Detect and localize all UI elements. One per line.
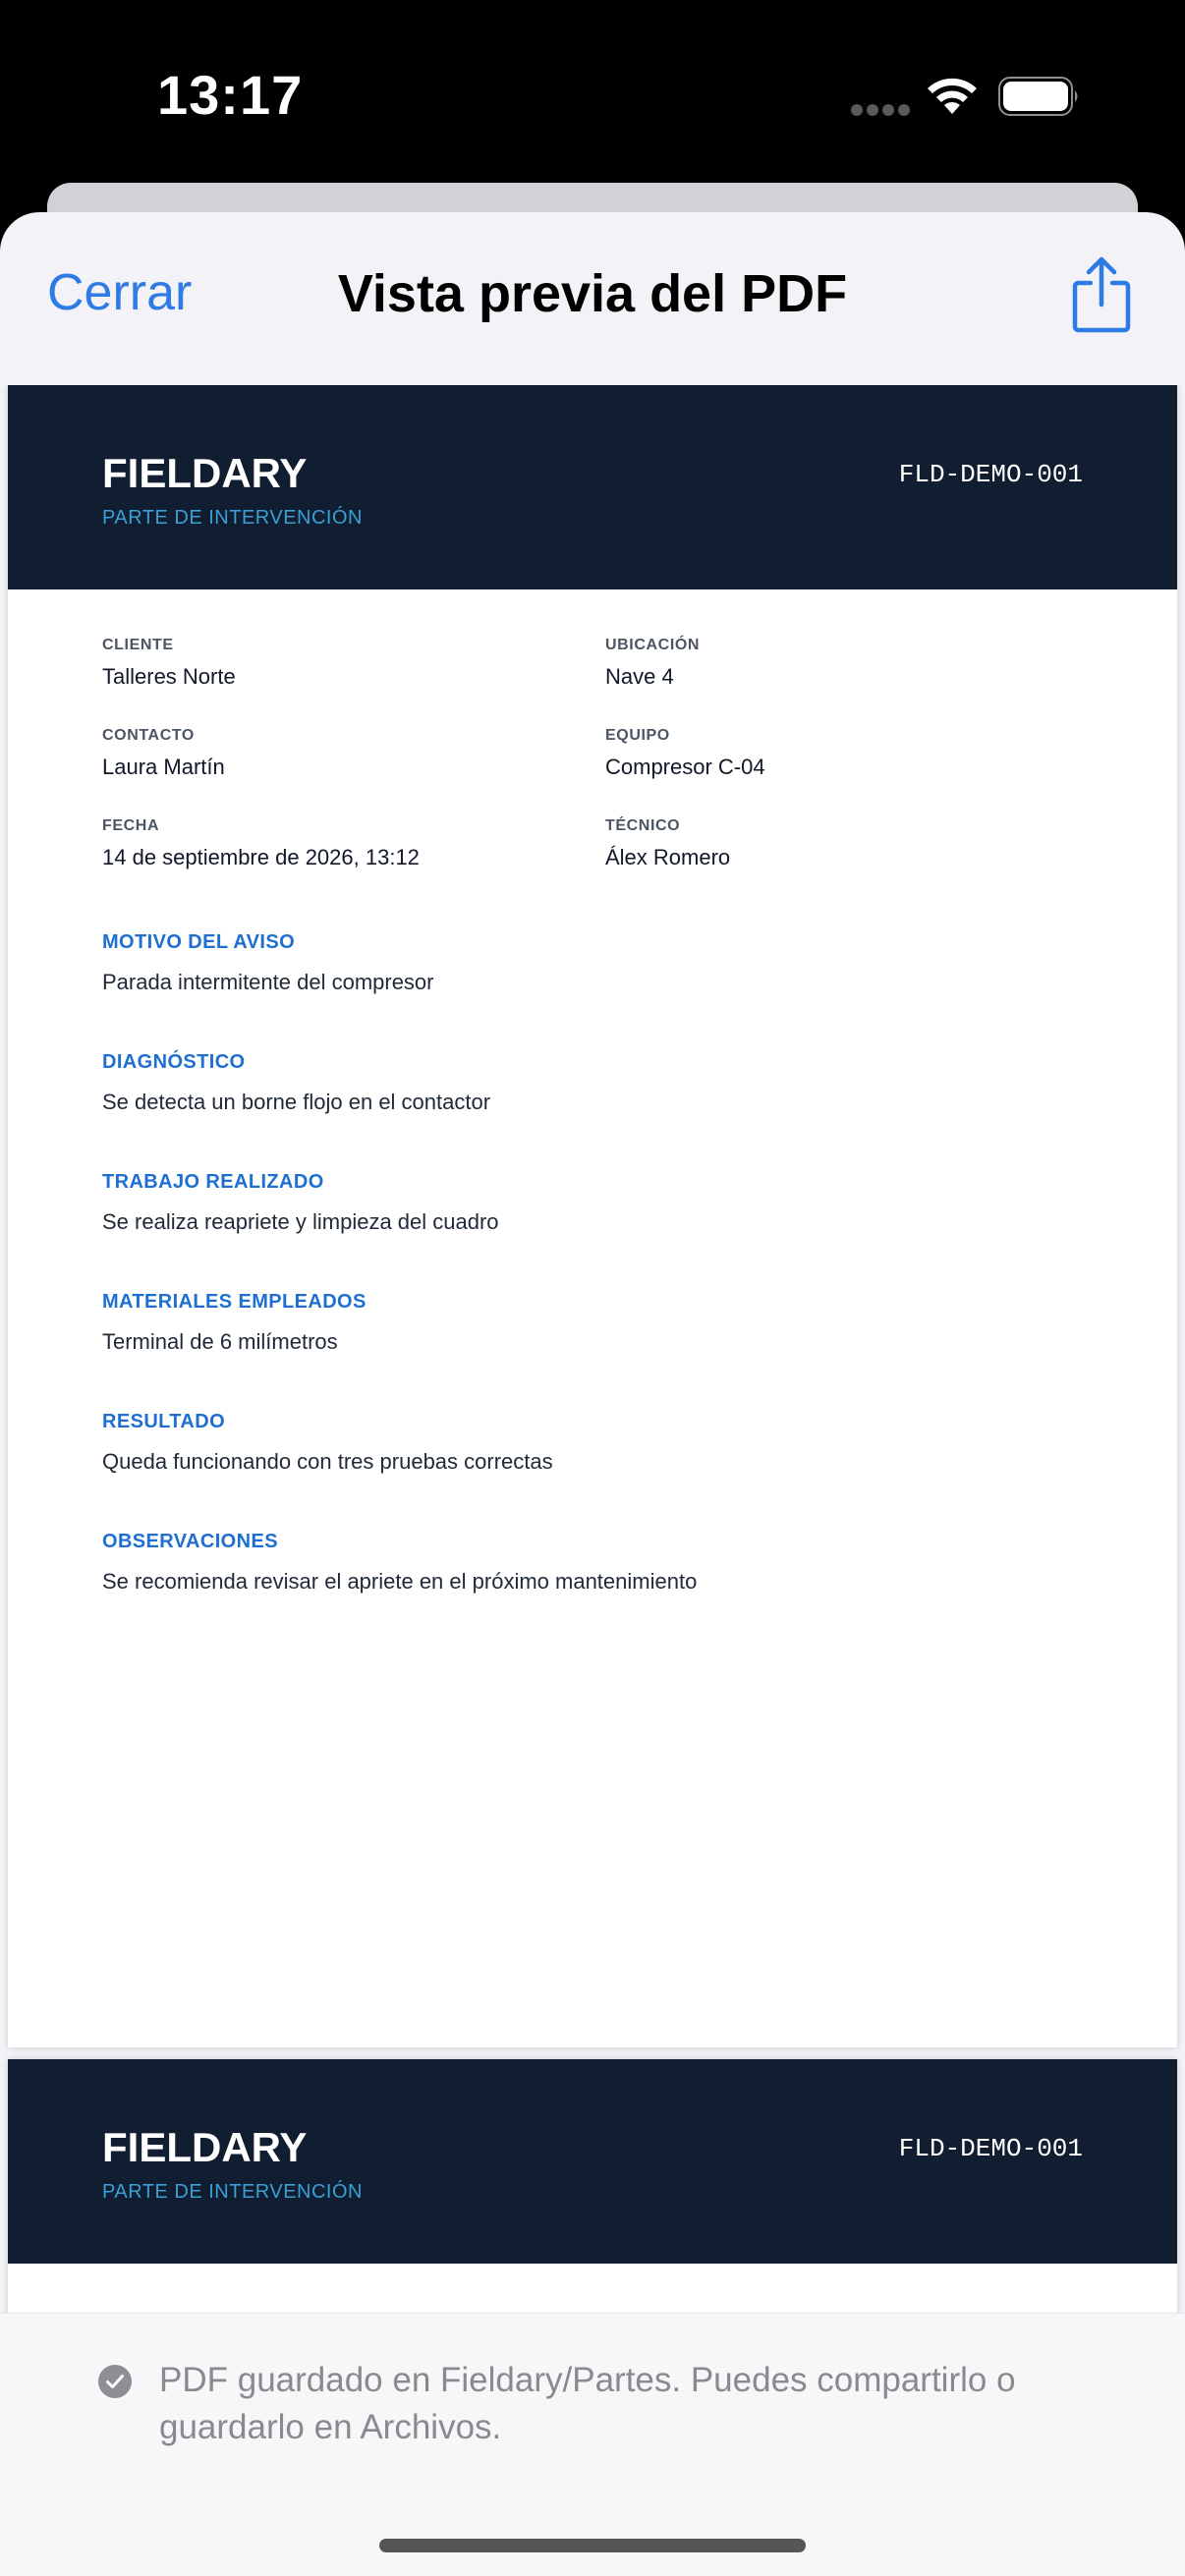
section-title: MATERIALES EMPLEADOS — [102, 1291, 367, 1313]
field-value: Laura Martín — [102, 755, 225, 779]
field-value: Compresor C-04 — [605, 755, 765, 779]
section-title: TRABAJO REALIZADO — [102, 1171, 324, 1193]
section-resultado: RESULTADO Queda funcionando con tres pru… — [102, 1411, 1085, 1475]
section-title: MOTIVO DEL AVISO — [102, 931, 296, 953]
field-label: UBICACIÓN — [605, 637, 701, 653]
battery-icon — [998, 77, 1078, 116]
document-id: FLD-DEMO-001 — [898, 2134, 1083, 2163]
document-id: FLD-DEMO-001 — [898, 460, 1083, 489]
field-label: CLIENTE — [102, 637, 174, 653]
pdf-page-header: FIELDARY PARTE DE INTERVENCIÓN FLD-DEMO-… — [8, 385, 1177, 589]
field-cliente: CLIENTE Talleres Norte — [102, 637, 236, 690]
document-type: PARTE DE INTERVENCIÓN — [102, 507, 363, 529]
section-title: DIAGNÓSTICO — [102, 1051, 246, 1073]
section-diagnostico: DIAGNÓSTICO Se detecta un borne flojo en… — [102, 1051, 1085, 1115]
status-time: 13:17 — [157, 64, 304, 126]
pdf-preview-sheet: Cerrar Vista previa del PDF FIELDARY PAR… — [0, 212, 1185, 2576]
section-body: Se detecta un borne flojo en el contacto… — [102, 1090, 491, 1114]
status-bar: 13:17 — [0, 0, 1185, 187]
brand-name: FIELDARY — [102, 450, 308, 496]
section-body: Parada intermitente del compresor — [102, 970, 434, 994]
section-motivo: MOTIVO DEL AVISO Parada intermitente del… — [102, 931, 1085, 995]
section-observaciones: OBSERVACIONES Se recomienda revisar el a… — [102, 1531, 1085, 1595]
share-icon — [1072, 256, 1131, 333]
section-trabajo: TRABAJO REALIZADO Se realiza reapriete y… — [102, 1171, 1085, 1235]
field-label: FECHA — [102, 817, 160, 834]
pdf-page-header: FIELDARY PARTE DE INTERVENCIÓN FLD-DEMO-… — [8, 2059, 1177, 2264]
field-contacto: CONTACTO Laura Martín — [102, 727, 225, 780]
field-value: 14 de septiembre de 2026, 13:12 — [102, 845, 420, 869]
field-fecha: FECHA 14 de septiembre de 2026, 13:12 — [102, 817, 420, 870]
section-title: RESULTADO — [102, 1411, 226, 1432]
brand-name: FIELDARY — [102, 2124, 308, 2170]
pdf-page-1: FIELDARY PARTE DE INTERVENCIÓN FLD-DEMO-… — [8, 385, 1177, 2047]
field-value: Álex Romero — [605, 845, 731, 869]
wifi-icon — [928, 78, 977, 114]
field-value: Talleres Norte — [102, 664, 236, 689]
cellular-signal-icon — [851, 104, 910, 118]
field-label: TÉCNICO — [605, 817, 681, 834]
navigation-bar: Cerrar Vista previa del PDF — [0, 212, 1185, 377]
section-body: Terminal de 6 milímetros — [102, 1329, 338, 1354]
document-type: PARTE DE INTERVENCIÓN — [102, 2181, 363, 2203]
field-value: Nave 4 — [605, 664, 674, 689]
section-title: OBSERVACIONES — [102, 1531, 278, 1552]
section-body: Se recomienda revisar el apriete en el p… — [102, 1569, 698, 1594]
field-equipo: EQUIPO Compresor C-04 — [605, 727, 765, 780]
section-body: Queda funcionando con tres pruebas corre… — [102, 1449, 553, 1474]
page-title: Vista previa del PDF — [337, 264, 848, 323]
saved-message: PDF guardado en Fieldary/Partes. Puedes … — [159, 2361, 1016, 2446]
section-body: Se realiza reapriete y limpieza del cuad… — [102, 1209, 499, 1234]
checkmark-circle-icon — [98, 2365, 132, 2398]
field-tecnico: TÉCNICO Álex Romero — [605, 817, 730, 870]
field-label: EQUIPO — [605, 727, 670, 744]
field-ubicacion: UBICACIÓN Nave 4 — [605, 637, 700, 690]
field-label: CONTACTO — [102, 727, 195, 744]
share-button[interactable] — [1067, 253, 1136, 336]
screen: 13:17 Cerrar Vista previa del PDF FIELDA… — [0, 0, 1185, 2576]
home-indicator[interactable] — [379, 2539, 806, 2552]
pdf-preview-scroll[interactable]: FIELDARY PARTE DE INTERVENCIÓN FLD-DEMO-… — [0, 385, 1185, 2525]
section-materiales: MATERIALES EMPLEADOS Terminal de 6 milím… — [102, 1291, 1085, 1355]
save-status-banner: PDF guardado en Fieldary/Partes. Puedes … — [0, 2313, 1185, 2576]
